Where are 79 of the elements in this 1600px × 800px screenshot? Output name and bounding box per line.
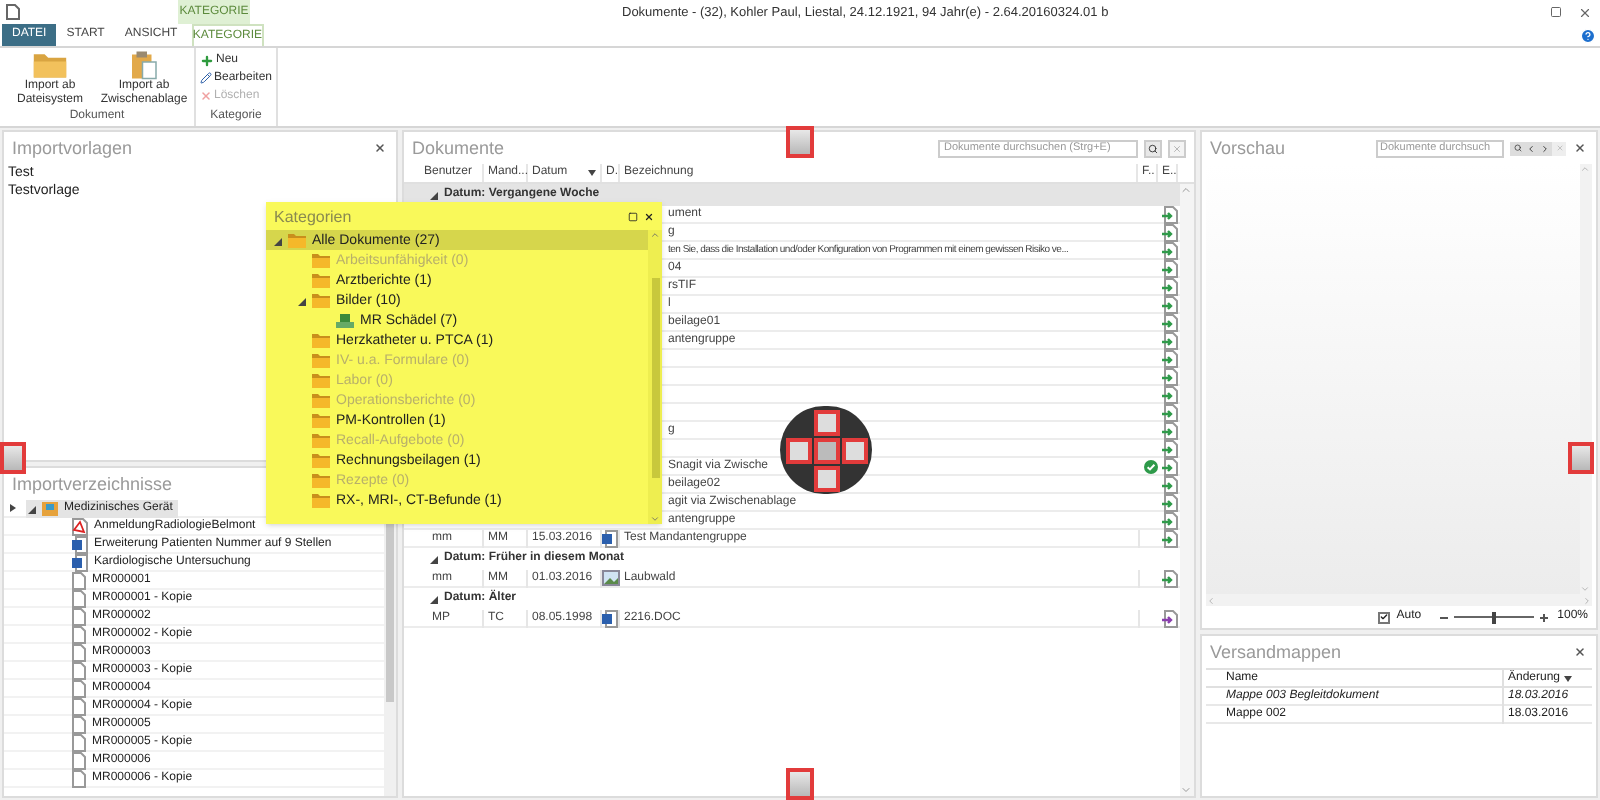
- folder-icon: [312, 353, 330, 367]
- current-row-icon: [9, 504, 15, 512]
- pdf-file-icon: [72, 517, 88, 535]
- export-document-icon[interactable]: [1162, 609, 1178, 627]
- scrollbar[interactable]: [648, 230, 662, 524]
- word-file-icon: [602, 609, 618, 627]
- folder-icon: [312, 453, 330, 467]
- panel-title: Dokumente: [412, 139, 505, 157]
- folder-icon: [312, 253, 330, 267]
- import-document-icon[interactable]: [1162, 331, 1178, 349]
- next-button[interactable]: [1538, 141, 1552, 155]
- import-document-icon[interactable]: [1162, 475, 1178, 493]
- help-icon[interactable]: [1580, 28, 1596, 44]
- scroll-up-icon[interactable]: [650, 230, 660, 240]
- import-document-icon[interactable]: [1162, 457, 1178, 475]
- folder-icon: [32, 50, 68, 80]
- import-document-icon[interactable]: [1162, 367, 1178, 385]
- folder-icon: [288, 233, 306, 247]
- collapse-arrow-icon[interactable]: [428, 594, 438, 604]
- folder-icon: [312, 293, 330, 307]
- previous-button[interactable]: [1524, 141, 1538, 155]
- collapse-arrow-icon[interactable]: [26, 503, 36, 513]
- import-document-icon[interactable]: [1162, 313, 1178, 331]
- device-folder-icon: [42, 501, 58, 515]
- delete-icon: [200, 90, 212, 102]
- panel-title: Importverzeichnisse: [12, 475, 173, 493]
- image-file-icon: [601, 570, 619, 586]
- close-button[interactable]: [1572, 644, 1588, 660]
- import-document-icon[interactable]: [1162, 295, 1178, 313]
- plus-icon[interactable]: [1539, 613, 1548, 621]
- panel-title: Versandmappen: [1210, 643, 1342, 661]
- folder-icon: [312, 393, 330, 407]
- import-document-icon[interactable]: [1162, 529, 1178, 547]
- import-document-icon[interactable]: [1162, 259, 1178, 277]
- close-button[interactable]: [1572, 140, 1588, 156]
- folder-icon: [312, 333, 330, 347]
- word-file-icon: [602, 529, 618, 547]
- import-document-icon[interactable]: [1162, 569, 1178, 587]
- folder-icon: [312, 433, 330, 447]
- collapse-arrow-icon[interactable]: [271, 235, 281, 245]
- collapse-arrow-icon[interactable]: [428, 554, 438, 564]
- import-document-icon[interactable]: [1162, 205, 1178, 223]
- folder-icon: [312, 493, 330, 507]
- collapse-arrow-icon[interactable]: [428, 190, 438, 200]
- import-document-icon[interactable]: [1162, 223, 1178, 241]
- device-icon: [336, 313, 354, 327]
- import-document-icon[interactable]: [1162, 493, 1178, 511]
- close-button[interactable]: [372, 140, 388, 156]
- sort-arrow-icon: [1564, 675, 1572, 681]
- slider-thumb[interactable]: [1491, 611, 1496, 623]
- import-document-icon[interactable]: [1162, 403, 1178, 421]
- window-title: Kategorien: [274, 207, 352, 225]
- close-button[interactable]: [644, 211, 654, 221]
- restore-button[interactable]: [628, 211, 638, 221]
- import-document-icon[interactable]: [1162, 421, 1178, 439]
- import-document-icon[interactable]: [1162, 511, 1178, 529]
- maximize-button[interactable]: [1550, 6, 1562, 18]
- search-button[interactable]: [1510, 141, 1524, 155]
- import-document-icon[interactable]: [1162, 241, 1178, 259]
- collapse-arrow-icon[interactable]: [295, 295, 305, 305]
- folder-icon: [312, 413, 330, 427]
- plus-icon: [200, 53, 214, 67]
- import-document-icon[interactable]: [1162, 277, 1178, 295]
- import-document-icon[interactable]: [1162, 439, 1178, 457]
- panel-title: Vorschau: [1210, 139, 1286, 157]
- search-button[interactable]: [1144, 139, 1162, 157]
- minus-icon[interactable]: [1439, 613, 1448, 621]
- folder-icon: [312, 373, 330, 387]
- panel-title: Importvorlagen: [12, 139, 133, 157]
- import-document-icon[interactable]: [1162, 349, 1178, 367]
- zoom-slider[interactable]: [1453, 611, 1534, 623]
- folder-icon: [312, 473, 330, 487]
- folder-icon: [312, 273, 330, 287]
- auto-checkbox[interactable]: [1378, 611, 1391, 623]
- scroll-down-icon[interactable]: [650, 514, 660, 524]
- clear-button[interactable]: [1168, 139, 1186, 157]
- pencil-icon: [200, 72, 212, 84]
- sort-arrow-icon: [588, 170, 596, 176]
- import-document-icon[interactable]: [1162, 385, 1178, 403]
